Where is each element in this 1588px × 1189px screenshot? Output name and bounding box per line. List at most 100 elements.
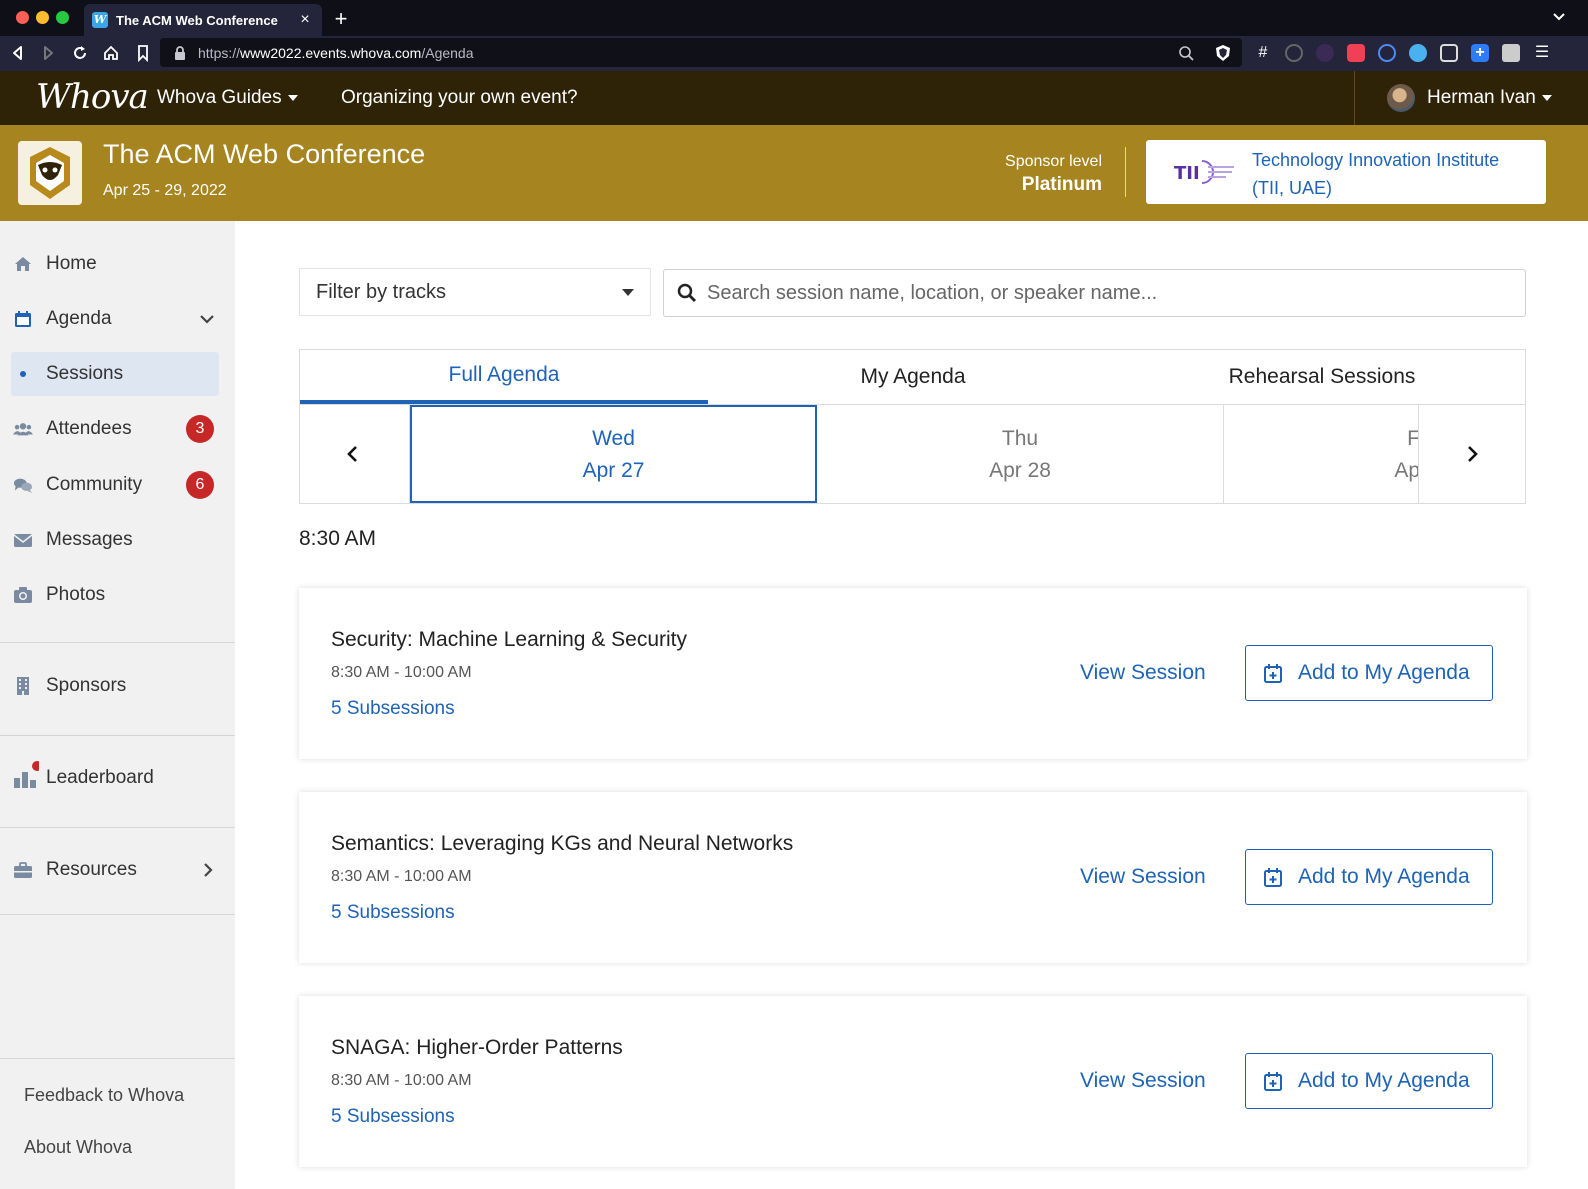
tab-title: The ACM Web Conference bbox=[116, 12, 278, 28]
plus-extension-icon[interactable]: + bbox=[1471, 44, 1489, 62]
sidebar-divider bbox=[0, 735, 235, 736]
caret-down-icon bbox=[1541, 94, 1552, 101]
sidebar-item-resources[interactable]: Resources bbox=[0, 846, 235, 894]
add-to-my-agenda-button[interactable]: Add to My Agenda bbox=[1245, 645, 1493, 701]
browser-tab[interactable]: W The ACM Web Conference × bbox=[84, 4, 322, 36]
date-value: Apr 28 bbox=[989, 459, 1051, 482]
briefcase-icon bbox=[14, 862, 32, 878]
menu-icon[interactable]: ☰ bbox=[1533, 44, 1551, 62]
date-picker: Wed Apr 27 Thu Apr 28 F Ap bbox=[299, 404, 1526, 504]
sponsor-name-link[interactable]: Technology Innovation Institute (TII, UA… bbox=[1252, 146, 1522, 202]
date-tab-fri[interactable]: F Ap bbox=[1224, 405, 1422, 503]
caret-down-icon bbox=[287, 94, 298, 101]
caret-down-icon bbox=[622, 289, 634, 296]
session-card: SNAGA: Higher-Order Patterns 8:30 AM - 1… bbox=[299, 996, 1527, 1167]
back-icon[interactable] bbox=[8, 43, 28, 63]
zoom-window-button[interactable] bbox=[56, 11, 69, 24]
address-bar[interactable]: https://www2022.events.whova.com/Agenda bbox=[160, 38, 1242, 67]
next-date-button[interactable] bbox=[1418, 405, 1525, 503]
whova-topbar: Whova Whova Guides Organizing your own e… bbox=[0, 71, 1588, 125]
new-tab-icon[interactable]: + bbox=[330, 6, 352, 32]
add-to-agenda-label: Add to My Agenda bbox=[1298, 661, 1470, 684]
subsessions-link[interactable]: 5 Subsessions bbox=[331, 698, 455, 720]
date-day: Wed bbox=[592, 427, 635, 450]
close-window-button[interactable] bbox=[16, 11, 29, 24]
browser-navbar: https://www2022.events.whova.com/Agenda … bbox=[0, 36, 1588, 71]
tab-full-agenda[interactable]: Full Agenda bbox=[300, 350, 708, 404]
sidebar-item-messages[interactable]: Messages bbox=[0, 516, 235, 564]
sidebar-item-label: Sponsors bbox=[46, 675, 127, 696]
time-heading: 8:30 AM bbox=[299, 527, 377, 550]
bookmark-icon[interactable] bbox=[133, 43, 153, 63]
notification-badge: 6 bbox=[186, 471, 214, 499]
sidebar-item-label: Leaderboard bbox=[46, 767, 154, 788]
pocket-icon[interactable] bbox=[1347, 44, 1365, 62]
sidebar-item-sponsors[interactable]: Sponsors bbox=[0, 662, 235, 710]
zoom-icon[interactable] bbox=[1178, 45, 1194, 61]
brave-shield-icon[interactable] bbox=[1214, 44, 1232, 62]
feedback-link[interactable]: Feedback to Whova bbox=[24, 1085, 184, 1106]
whova-guides-menu[interactable]: Whova Guides bbox=[157, 71, 298, 125]
sponsor-level-value: Platinum bbox=[1021, 174, 1102, 195]
notification-badge: 3 bbox=[186, 415, 214, 443]
subsessions-link[interactable]: 5 Subsessions bbox=[331, 1106, 455, 1128]
filter-tracks-dropdown[interactable]: Filter by tracks bbox=[299, 268, 651, 316]
user-menu[interactable]: Herman Ivan bbox=[1354, 71, 1588, 125]
close-tab-icon[interactable]: × bbox=[296, 11, 314, 29]
hash-extension-icon[interactable]: # bbox=[1254, 44, 1272, 62]
leaderboard-icon bbox=[14, 761, 39, 788]
browser-titlebar: W The ACM Web Conference × + bbox=[0, 0, 1588, 36]
view-session-link[interactable]: View Session bbox=[1080, 661, 1206, 685]
organizing-event-link[interactable]: Organizing your own event? bbox=[341, 71, 578, 125]
date-value: Ap bbox=[1394, 459, 1420, 482]
sidebar-item-label: Agenda bbox=[46, 308, 112, 329]
home-icon[interactable] bbox=[101, 43, 121, 63]
sidebar-extension-icon[interactable] bbox=[1440, 44, 1458, 62]
sidebar-item-photos[interactable]: Photos bbox=[0, 571, 235, 619]
sidebar-item-label: Sessions bbox=[46, 363, 124, 384]
session-title: SNAGA: Higher-Order Patterns bbox=[331, 1036, 623, 1059]
add-to-my-agenda-button[interactable]: Add to My Agenda bbox=[1245, 849, 1493, 905]
sidebar-item-community[interactable]: Community 6 bbox=[0, 461, 235, 509]
tab-my-agenda[interactable]: My Agenda bbox=[708, 350, 1118, 404]
add-to-my-agenda-button[interactable]: Add to My Agenda bbox=[1245, 1053, 1493, 1109]
view-session-link[interactable]: View Session bbox=[1080, 1069, 1206, 1093]
chevron-down-icon[interactable] bbox=[1552, 10, 1566, 24]
event-title: The ACM Web Conference bbox=[103, 139, 426, 169]
prev-date-button[interactable] bbox=[300, 405, 410, 503]
forward-icon[interactable] bbox=[38, 43, 58, 63]
view-session-link[interactable]: View Session bbox=[1080, 865, 1206, 889]
search-input[interactable] bbox=[707, 270, 1507, 316]
sidebar-item-sessions[interactable]: Sessions bbox=[11, 352, 219, 396]
puzzle-icon[interactable] bbox=[1502, 44, 1520, 62]
tab-rehearsal-sessions[interactable]: Rehearsal Sessions bbox=[1118, 350, 1526, 404]
sidebar-item-attendees[interactable]: Attendees 3 bbox=[0, 405, 235, 453]
sidebar-item-home[interactable]: Home bbox=[0, 240, 235, 288]
minimize-window-button[interactable] bbox=[36, 11, 49, 24]
sidebar-item-agenda[interactable]: Agenda bbox=[0, 295, 235, 343]
envelope-icon bbox=[13, 534, 33, 547]
user-name: Herman Ivan bbox=[1427, 87, 1536, 108]
sidebar-item-label: Messages bbox=[46, 529, 133, 550]
sponsor-level-label: Sponsor level bbox=[1005, 153, 1102, 170]
sidebar-item-leaderboard[interactable]: Leaderboard bbox=[0, 754, 235, 802]
info-extension-icon[interactable] bbox=[1285, 44, 1303, 62]
subsessions-link[interactable]: 5 Subsessions bbox=[331, 902, 455, 924]
d-extension-icon[interactable] bbox=[1316, 44, 1334, 62]
about-link[interactable]: About Whova bbox=[24, 1137, 132, 1158]
sidebar-item-label: Resources bbox=[46, 859, 137, 880]
session-card: Semantics: Leveraging KGs and Neural Net… bbox=[299, 792, 1527, 963]
sidebar-item-label: Community bbox=[46, 474, 143, 495]
link-extension-icon[interactable] bbox=[1378, 44, 1396, 62]
bird-extension-icon[interactable] bbox=[1409, 44, 1427, 62]
reload-icon[interactable] bbox=[70, 43, 90, 63]
event-banner: The ACM Web Conference Apr 25 - 29, 2022… bbox=[0, 125, 1588, 221]
whova-logo[interactable]: Whova bbox=[36, 77, 149, 117]
lock-icon bbox=[175, 45, 185, 60]
add-to-agenda-label: Add to My Agenda bbox=[1298, 865, 1470, 888]
session-time: 8:30 AM - 10:00 AM bbox=[331, 1072, 472, 1089]
sidebar-item-label: Photos bbox=[46, 584, 106, 605]
sponsor-card[interactable]: TII Technology Innovation Institute (TII… bbox=[1146, 140, 1546, 204]
date-tab-thu[interactable]: Thu Apr 28 bbox=[817, 405, 1224, 503]
date-tab-wed[interactable]: Wed Apr 27 bbox=[410, 405, 817, 503]
